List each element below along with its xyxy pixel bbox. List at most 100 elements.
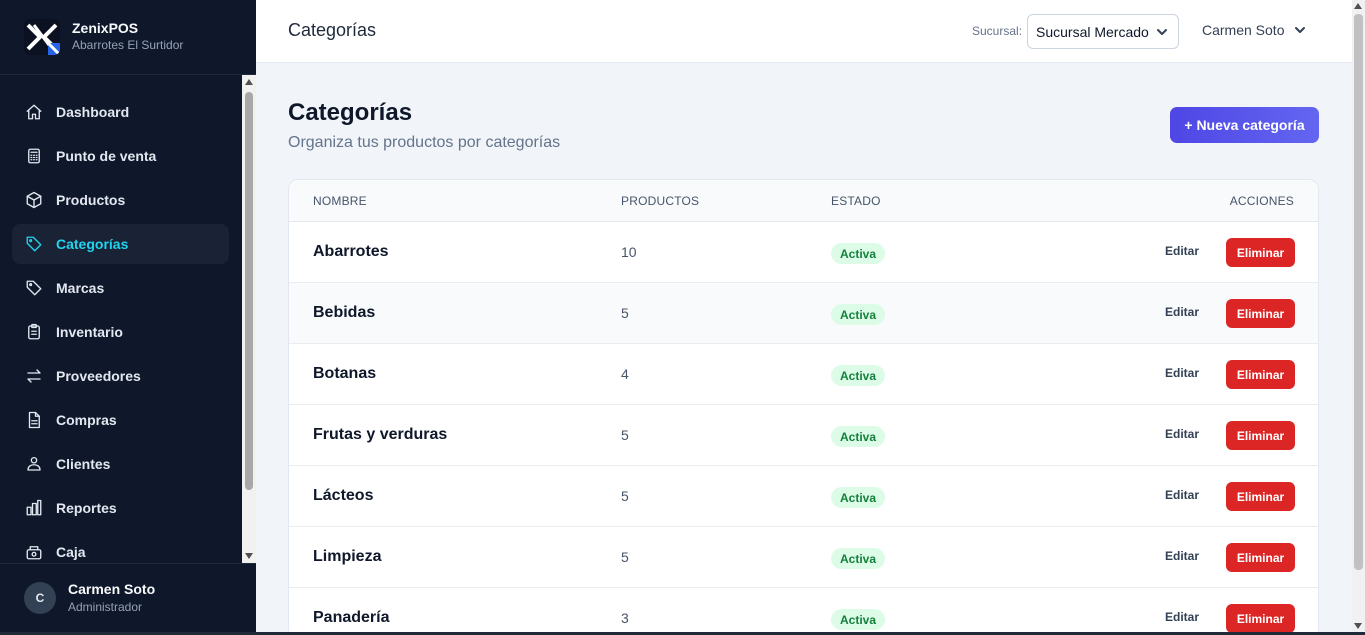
sidebar-item-productos[interactable]: Productos <box>12 180 229 220</box>
sidebar-nav: Dashboard Punto de venta Productos Categ… <box>0 75 242 563</box>
page-subtitle: Organiza tus productos por categorías <box>288 134 561 151</box>
user-menu[interactable]: Carmen Soto <box>1202 22 1306 38</box>
sidebar-item-dashboard[interactable]: Dashboard <box>12 92 229 132</box>
status-badge: Activa <box>831 243 886 264</box>
tag-icon <box>25 279 43 297</box>
arrows-exchange-icon <box>25 367 43 385</box>
status-badge: Activa <box>831 304 886 325</box>
sidebar-item-label: Clientes <box>56 456 111 472</box>
table-row: Bebidas 5 Activa Editar Eliminar <box>289 283 1318 344</box>
product-count: 5 <box>621 427 629 443</box>
edit-button[interactable]: Editar <box>1165 305 1199 319</box>
scroll-down-arrow-icon[interactable] <box>1354 623 1362 629</box>
delete-button[interactable]: Eliminar <box>1226 299 1295 328</box>
tag-icon <box>25 235 43 253</box>
scrollbar-thumb[interactable] <box>245 92 253 490</box>
sidebar-item-label: Dashboard <box>56 104 130 120</box>
product-count: 10 <box>621 244 637 260</box>
product-count: 5 <box>621 549 629 565</box>
status-badge: Activa <box>831 609 886 630</box>
avatar: C <box>24 582 56 614</box>
categories-table: NOMBRE PRODUCTOS ESTADO ACCIONES Abarrot… <box>288 179 1319 635</box>
sidebar-item-label: Marcas <box>56 280 105 296</box>
delete-button[interactable]: Eliminar <box>1226 543 1295 572</box>
status-badge: Activa <box>831 426 886 447</box>
brand-name: ZenixPOS <box>72 20 139 36</box>
delete-button[interactable]: Eliminar <box>1226 421 1295 450</box>
page-scrollbar[interactable] <box>1352 0 1365 632</box>
sidebar-item-categorias[interactable]: Categorías <box>12 224 229 264</box>
edit-button[interactable]: Editar <box>1165 549 1199 563</box>
users-icon <box>25 455 43 473</box>
scroll-up-arrow-icon[interactable] <box>245 79 253 85</box>
edit-button[interactable]: Editar <box>1165 366 1199 380</box>
delete-button[interactable]: Eliminar <box>1226 360 1295 389</box>
category-name: Limpieza <box>313 548 382 565</box>
sidebar-item-compras[interactable]: Compras <box>12 400 229 440</box>
chevron-down-icon <box>1156 26 1168 38</box>
user-role: Administrador <box>68 600 143 614</box>
sidebar-item-label: Productos <box>56 192 126 208</box>
delete-button[interactable]: Eliminar <box>1226 482 1295 511</box>
table-row: Panadería 3 Activa Editar Eliminar <box>289 588 1318 635</box>
page-title: Categorías <box>288 99 413 126</box>
sidebar-item-inventario[interactable]: Inventario <box>12 312 229 352</box>
calculator-icon <box>25 147 43 165</box>
category-name: Panadería <box>313 609 390 626</box>
table-row: Frutas y verduras 5 Activa Editar Elimin… <box>289 405 1318 466</box>
user-name: Carmen Soto <box>68 581 156 597</box>
sidebar-item-clientes[interactable]: Clientes <box>12 444 229 484</box>
brand-subtitle: Abarrotes El Surtidor <box>72 38 184 52</box>
status-badge: Activa <box>831 548 886 569</box>
cash-register-icon <box>25 543 43 561</box>
product-count: 4 <box>621 366 629 382</box>
scrollbar-thumb[interactable] <box>1354 14 1363 570</box>
scroll-up-arrow-icon[interactable] <box>1354 3 1362 9</box>
sidebar-item-punto-de-venta[interactable]: Punto de venta <box>12 136 229 176</box>
edit-button[interactable]: Editar <box>1165 488 1199 502</box>
delete-button[interactable]: Eliminar <box>1226 604 1295 633</box>
edit-button[interactable]: Editar <box>1165 427 1199 441</box>
sidebar-item-label: Inventario <box>56 324 123 340</box>
edit-button[interactable]: Editar <box>1165 244 1199 258</box>
delete-button[interactable]: Eliminar <box>1226 238 1295 267</box>
branch-label: Sucursal: <box>972 24 1023 38</box>
edit-button[interactable]: Editar <box>1165 610 1199 624</box>
category-name: Frutas y verduras <box>313 426 448 443</box>
category-name: Bebidas <box>313 304 376 321</box>
home-icon <box>25 103 43 121</box>
sidebar-item-label: Categorías <box>56 236 129 252</box>
sidebar-scrollbar[interactable] <box>242 75 256 563</box>
sidebar-user-profile[interactable]: C Carmen Soto Administrador <box>0 563 256 632</box>
column-header-actions: ACCIONES <box>1229 194 1294 208</box>
status-badge: Activa <box>831 487 886 508</box>
column-header-products[interactable]: PRODUCTOS <box>621 194 699 208</box>
table-row: Abarrotes 10 Activa Editar Eliminar <box>289 222 1318 283</box>
sidebar-item-marcas[interactable]: Marcas <box>12 268 229 308</box>
sidebar-item-label: Punto de venta <box>56 148 157 164</box>
sidebar: ZenixPOS Abarrotes El Surtidor Dashboard… <box>0 0 256 632</box>
brand-header[interactable]: ZenixPOS Abarrotes El Surtidor <box>0 0 256 75</box>
table-row: Lácteos 5 Activa Editar Eliminar <box>289 466 1318 527</box>
sidebar-item-reportes[interactable]: Reportes <box>12 488 229 528</box>
bar-chart-icon <box>25 499 43 517</box>
scroll-down-arrow-icon[interactable] <box>245 553 253 559</box>
sidebar-item-caja[interactable]: Caja <box>12 532 229 563</box>
zenix-x-logo-icon <box>24 19 60 55</box>
category-name: Abarrotes <box>313 243 389 260</box>
box-icon <box>25 191 43 209</box>
branch-select[interactable]: Sucursal Mercado <box>1027 14 1179 49</box>
topbar-title: Categorías <box>288 20 377 40</box>
document-icon <box>25 411 43 429</box>
column-header-name[interactable]: NOMBRE <box>313 194 367 208</box>
sidebar-item-label: Compras <box>56 412 117 428</box>
table-row: Limpieza 5 Activa Editar Eliminar <box>289 527 1318 588</box>
new-category-button[interactable]: + Nueva categoría <box>1170 107 1319 143</box>
sidebar-item-proveedores[interactable]: Proveedores <box>12 356 229 396</box>
clipboard-icon <box>25 323 43 341</box>
topbar: Categorías Sucursal: Sucursal Mercado Ca… <box>256 0 1352 63</box>
column-header-status[interactable]: ESTADO <box>831 194 881 208</box>
table-row: Botanas 4 Activa Editar Eliminar <box>289 344 1318 405</box>
category-name: Botanas <box>313 365 377 382</box>
sidebar-item-label: Reportes <box>56 500 117 516</box>
